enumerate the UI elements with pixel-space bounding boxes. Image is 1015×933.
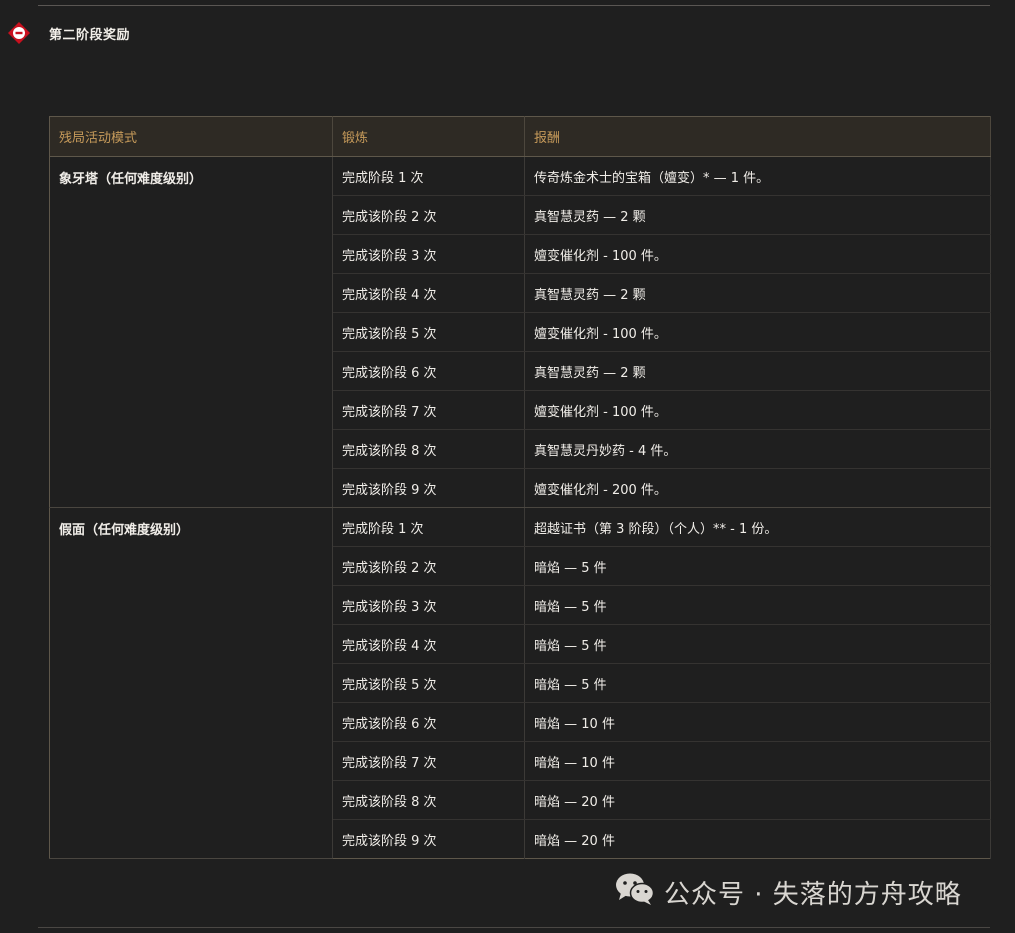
table-row: 象牙塔（任何难度级别） 完成阶段 1 次传奇炼金术士的宝箱（嬗变）* — 1 件。 bbox=[49, 156, 991, 508]
forge-cell: 完成该阶段 7 次 bbox=[332, 741, 525, 781]
reward-cell: 暗焰 — 5 件 bbox=[524, 663, 991, 703]
reward-cell: 真智慧灵药 — 2 颗 bbox=[524, 351, 991, 391]
mode-cell: 象牙塔（任何难度级别） bbox=[49, 156, 333, 508]
forge-cell: 完成该阶段 8 次 bbox=[332, 429, 525, 469]
reward-cell: 暗焰 — 20 件 bbox=[524, 819, 991, 859]
forge-cell: 完成该阶段 7 次 bbox=[332, 390, 525, 430]
forge-cell: 完成该阶段 5 次 bbox=[332, 312, 525, 352]
reward-cell: 暗焰 — 5 件 bbox=[524, 546, 991, 586]
forge-cell: 完成该阶段 4 次 bbox=[332, 273, 525, 313]
watermark: 公众号 · 失落的方舟攻略 bbox=[615, 872, 962, 913]
reward-cell: 嬗变催化剂 - 100 件。 bbox=[524, 234, 991, 274]
reward-cell: 暗焰 — 5 件 bbox=[524, 585, 991, 625]
forge-cell: 完成该阶段 9 次 bbox=[332, 468, 525, 508]
bottom-divider bbox=[38, 927, 990, 928]
reward-cell: 嬗变催化剂 - 200 件。 bbox=[524, 468, 991, 508]
reward-cell: 嬗变催化剂 - 100 件。 bbox=[524, 390, 991, 430]
column-header-forge: 锻炼 bbox=[332, 116, 525, 157]
table-body: 象牙塔（任何难度级别） 完成阶段 1 次传奇炼金术士的宝箱（嬗变）* — 1 件。… bbox=[49, 156, 991, 859]
collapse-minus-icon[interactable] bbox=[8, 22, 30, 44]
forge-cell: 完成阶段 1 次 bbox=[332, 507, 525, 547]
reward-cell: 真智慧灵药 — 2 颗 bbox=[524, 195, 991, 235]
forge-cell: 完成该阶段 9 次 bbox=[332, 819, 525, 859]
top-divider bbox=[38, 5, 990, 6]
section-title: 第二阶段奖励 bbox=[49, 27, 131, 43]
reward-cell: 暗焰 — 10 件 bbox=[524, 702, 991, 742]
reward-table: 残局活动模式 锻炼 报酬 象牙塔（任何难度级别） 完成阶段 1 次传奇炼金术士的宝… bbox=[49, 116, 991, 859]
forge-cell: 完成该阶段 5 次 bbox=[332, 663, 525, 703]
table-row: 假面（任何难度级别） 完成阶段 1 次超越证书（第 3 阶段）（个人）** - 1… bbox=[49, 507, 991, 859]
forge-cell: 完成该阶段 3 次 bbox=[332, 234, 525, 274]
forge-cell: 完成该阶段 2 次 bbox=[332, 195, 525, 235]
table-header-row: 残局活动模式 锻炼 报酬 bbox=[49, 116, 991, 157]
forge-cell: 完成该阶段 4 次 bbox=[332, 624, 525, 664]
column-header-reward: 报酬 bbox=[524, 116, 991, 157]
reward-cell: 超越证书（第 3 阶段）（个人）** - 1 份。 bbox=[524, 507, 991, 547]
watermark-text: 公众号 · 失落的方舟攻略 bbox=[664, 880, 962, 910]
mode-cell: 假面（任何难度级别） bbox=[49, 507, 333, 859]
forge-cell: 完成该阶段 6 次 bbox=[332, 702, 525, 742]
reward-cell: 暗焰 — 10 件 bbox=[524, 741, 991, 781]
reward-cell: 传奇炼金术士的宝箱（嬗变）* — 1 件。 bbox=[524, 156, 991, 196]
forge-cell: 完成该阶段 6 次 bbox=[332, 351, 525, 391]
reward-cell: 暗焰 — 20 件 bbox=[524, 780, 991, 820]
reward-cell: 嬗变催化剂 - 100 件。 bbox=[524, 312, 991, 352]
forge-cell: 完成该阶段 3 次 bbox=[332, 585, 525, 625]
forge-cell: 完成该阶段 8 次 bbox=[332, 780, 525, 820]
reward-cell: 真智慧灵药 — 2 颗 bbox=[524, 273, 991, 313]
reward-cell: 暗焰 — 5 件 bbox=[524, 624, 991, 664]
forge-cell: 完成阶段 1 次 bbox=[332, 156, 525, 196]
page: 第二阶段奖励 残局活动模式 锻炼 报酬 象牙塔（任何难度级别） 完成阶段 1 次传… bbox=[0, 0, 1015, 933]
reward-cell: 真智慧灵丹妙药 - 4 件。 bbox=[524, 429, 991, 469]
section-header[interactable]: 第二阶段奖励 bbox=[8, 22, 130, 44]
column-header-mode: 残局活动模式 bbox=[49, 116, 333, 157]
wechat-icon bbox=[615, 872, 655, 913]
forge-cell: 完成该阶段 2 次 bbox=[332, 546, 525, 586]
